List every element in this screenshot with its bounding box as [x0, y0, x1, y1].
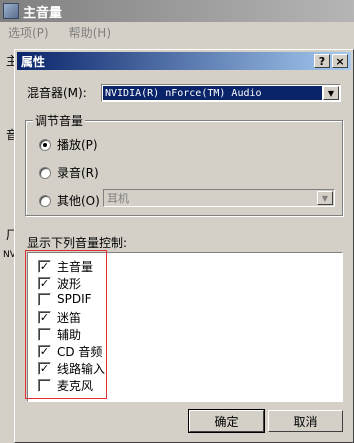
radio-recording[interactable]: 录音(R) — [39, 164, 99, 181]
radio-recording-indicator[interactable] — [39, 166, 51, 179]
mixer-label: 混音器(M): — [27, 86, 87, 100]
properties-dialog: 属性 ? × 混音器(M): NVIDIA(R) nForce(TM) Audi… — [14, 49, 354, 443]
radio-other-label: 其他(O) — [57, 194, 100, 208]
chevron-down-icon[interactable]: ▼ — [317, 191, 333, 205]
radio-playback[interactable]: 播放(P) — [39, 136, 98, 153]
menu-help[interactable]: 帮助(H) — [69, 24, 111, 41]
parent-title-bar: 主音量 — [0, 0, 354, 22]
dialog-title: 属性 — [21, 54, 46, 69]
radio-playback-label: 播放(P) — [57, 138, 98, 152]
menu-options[interactable]: 选项(P) — [8, 24, 49, 41]
dialog-title-bar: 属性 — [17, 52, 351, 70]
speaker-app-icon — [3, 3, 19, 19]
other-device-select[interactable]: 耳机 ▼ — [103, 189, 335, 207]
parent-menu-bar: 选项(P) 帮助(H) — [0, 22, 354, 42]
help-button[interactable]: ? — [314, 54, 330, 68]
mixer-select[interactable]: NVIDIA(R) nForce(TM) Audio ▼ — [101, 84, 341, 102]
controls-label: 显示下列音量控制: — [27, 236, 128, 250]
adjust-volume-legend: 调节音量 — [33, 112, 86, 129]
other-device-value: 耳机 — [107, 192, 129, 205]
close-button[interactable]: × — [332, 54, 348, 68]
radio-other-indicator[interactable] — [39, 194, 51, 207]
parent-window-title: 主音量 — [23, 5, 63, 21]
radio-playback-indicator[interactable] — [39, 138, 51, 151]
radio-other[interactable]: 其他(O) — [39, 192, 100, 209]
cancel-button[interactable]: 取消 — [268, 410, 343, 432]
mixer-select-value: NVIDIA(R) nForce(TM) Audio — [103, 86, 322, 100]
ok-button[interactable]: 确定 — [188, 409, 265, 433]
chevron-down-icon[interactable]: ▼ — [323, 86, 339, 100]
annotation-highlight-box — [25, 250, 107, 399]
radio-recording-label: 录音(R) — [57, 166, 99, 180]
